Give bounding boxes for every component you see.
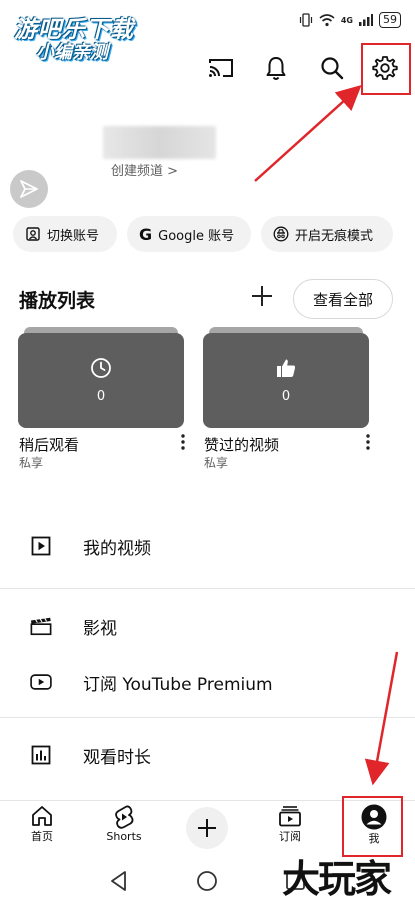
- nav-label: 首页: [31, 830, 53, 843]
- back-icon: [111, 871, 126, 891]
- annotation-arrows: [254, 84, 399, 786]
- nav-home[interactable]: 首页: [12, 804, 72, 844]
- create-button[interactable]: [186, 807, 228, 849]
- shorts-icon: [113, 804, 135, 830]
- nav-label: 订阅: [279, 830, 301, 843]
- nav-you[interactable]: 我: [344, 804, 404, 846]
- nav-label: 我: [368, 832, 380, 845]
- home-icon: [30, 804, 54, 828]
- nav-shorts[interactable]: Shorts: [94, 804, 154, 843]
- nav-subscriptions[interactable]: 订阅: [260, 804, 320, 844]
- nav-label: Shorts: [106, 830, 142, 843]
- corner-watermark: 大玩家: [282, 856, 392, 901]
- create-plus-icon: [197, 818, 217, 838]
- subscriptions-icon: [278, 804, 302, 828]
- avatar-icon: [361, 804, 387, 830]
- home-circle-icon: [197, 871, 217, 891]
